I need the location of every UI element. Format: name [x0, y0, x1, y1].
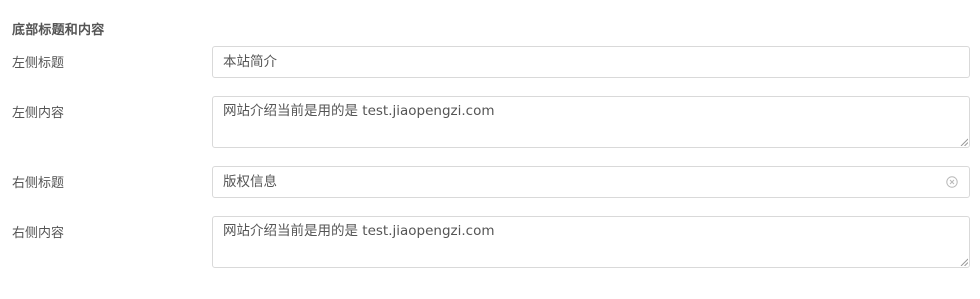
right-content-value: 网站介绍当前是用的是 test.jiaopengzi.com: [223, 223, 495, 239]
right-content-label: 右侧内容: [12, 226, 65, 241]
left-title-input[interactable]: 本站简介: [212, 46, 970, 78]
left-content-textarea[interactable]: 网站介绍当前是用的是 test.jiaopengzi.com: [212, 96, 970, 148]
left-title-value: 本站简介: [223, 54, 277, 70]
left-title-label: 左侧标题: [12, 56, 65, 71]
right-title-value: 版权信息: [223, 174, 277, 190]
section-title: 底部标题和内容: [12, 23, 105, 38]
right-title-input[interactable]: 版权信息: [212, 166, 970, 198]
right-title-label: 右侧标题: [12, 176, 65, 191]
footer-settings-panel: 底部标题和内容 左侧标题 本站简介 左侧内容 网站介绍当前是用的是 test.j…: [0, 0, 980, 299]
left-content-value: 网站介绍当前是用的是 test.jiaopengzi.com: [223, 103, 495, 119]
right-content-textarea[interactable]: 网站介绍当前是用的是 test.jiaopengzi.com: [212, 216, 970, 268]
resize-grip-icon[interactable]: [960, 258, 968, 266]
resize-grip-icon[interactable]: [960, 138, 968, 146]
clear-circle-icon[interactable]: [946, 176, 958, 188]
left-content-label: 左侧内容: [12, 106, 65, 121]
